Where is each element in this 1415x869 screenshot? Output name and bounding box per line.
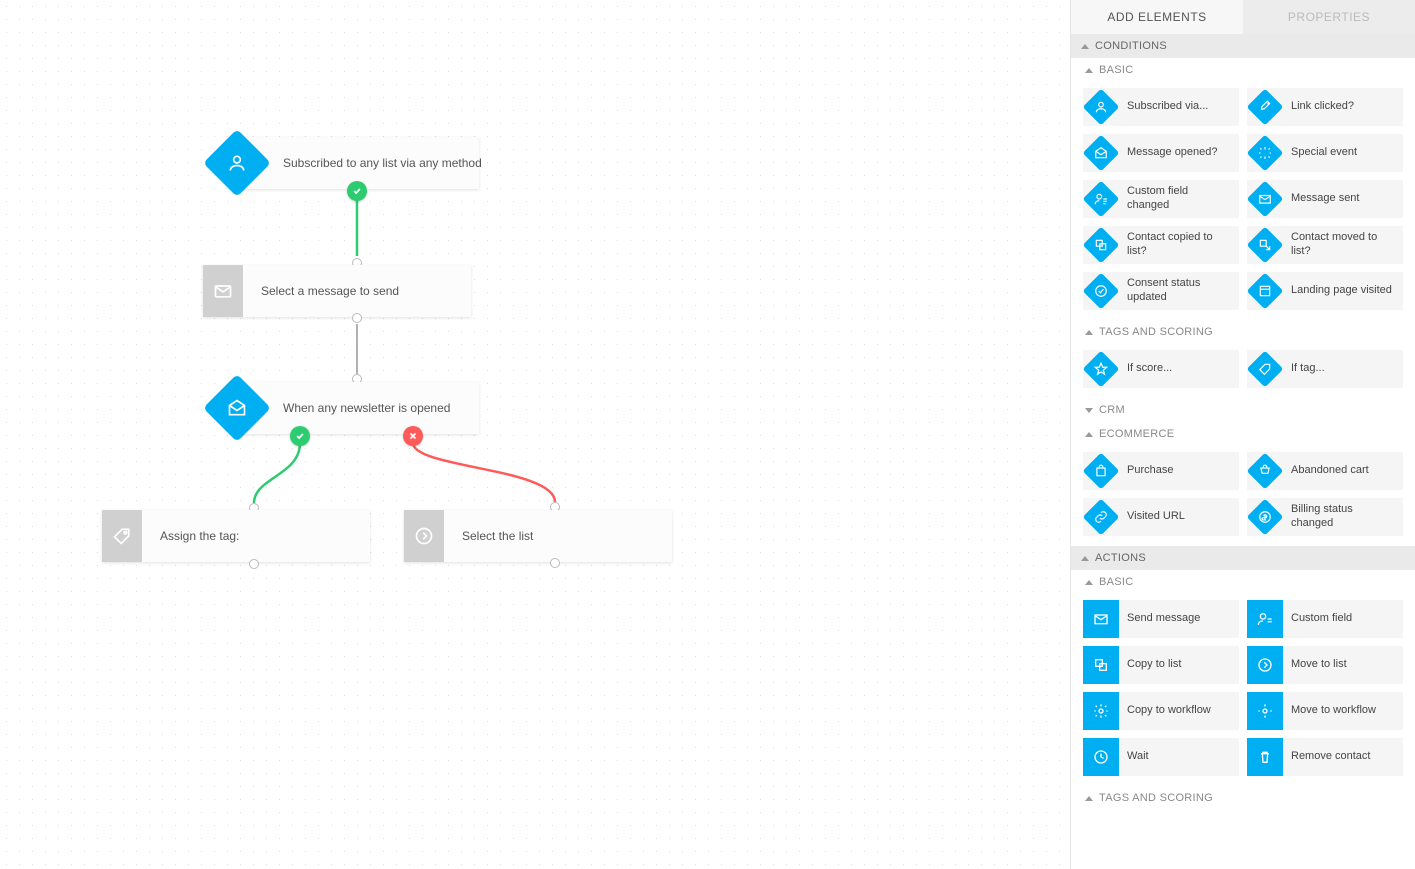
arrow-right-circle-icon	[404, 510, 444, 562]
element-consent-updated[interactable]: Consent status updated	[1083, 272, 1239, 310]
collapse-icon	[1085, 330, 1093, 335]
element-subscribed-via[interactable]: Subscribed via...	[1083, 88, 1239, 126]
element-if-tag[interactable]: If tag...	[1247, 350, 1403, 388]
element-billing-status[interactable]: Billing status changed	[1247, 498, 1403, 536]
check-icon	[347, 181, 367, 201]
collapse-icon	[1085, 796, 1093, 801]
workflow-canvas[interactable]: Subscribed to any list via any method Se…	[0, 0, 1070, 869]
element-copy-to-workflow[interactable]: Copy to workflow	[1083, 692, 1239, 730]
element-remove-contact[interactable]: Remove contact	[1247, 738, 1403, 776]
sub-ecommerce[interactable]: ECOMMERCE	[1071, 422, 1415, 446]
element-purchase[interactable]: Purchase	[1083, 452, 1239, 490]
sub-basic[interactable]: BASIC	[1071, 58, 1415, 82]
element-move-to-list[interactable]: Move to list	[1247, 646, 1403, 684]
element-abandoned-cart[interactable]: Abandoned cart	[1247, 452, 1403, 490]
expand-icon	[1085, 408, 1093, 413]
check-icon	[290, 426, 310, 446]
node-label: Select a message to send	[243, 284, 417, 298]
node-label: Assign the tag:	[142, 529, 257, 543]
element-send-message[interactable]: Send message	[1083, 600, 1239, 638]
node-label: Subscribed to any list via any method	[265, 156, 500, 170]
element-landing-page[interactable]: Landing page visited	[1247, 272, 1403, 310]
section-conditions[interactable]: CONDITIONS	[1071, 34, 1415, 58]
port[interactable]	[249, 559, 259, 569]
sub-basic-actions[interactable]: BASIC	[1071, 570, 1415, 594]
element-if-score[interactable]: If score...	[1083, 350, 1239, 388]
element-visited-url[interactable]: Visited URL	[1083, 498, 1239, 536]
element-message-opened[interactable]: Message opened?	[1083, 134, 1239, 172]
collapse-icon	[1085, 432, 1093, 437]
element-move-to-workflow[interactable]: Move to workflow	[1247, 692, 1403, 730]
collapse-icon	[1081, 556, 1089, 561]
element-special-event[interactable]: Special event	[1247, 134, 1403, 172]
collapse-icon	[1085, 580, 1093, 585]
mail-open-icon	[209, 382, 265, 434]
sub-tags-scoring[interactable]: TAGS AND SCORING	[1071, 320, 1415, 344]
tab-add-elements[interactable]: ADD ELEMENTS	[1071, 0, 1243, 34]
person-icon	[209, 137, 265, 189]
node-newsletter-opened[interactable]: When any newsletter is opened	[227, 382, 479, 434]
mail-icon	[203, 265, 243, 317]
sub-crm[interactable]: CRM	[1071, 398, 1415, 422]
element-copied-to-list[interactable]: Contact copied to list?	[1083, 226, 1239, 264]
collapse-icon	[1085, 68, 1093, 73]
node-label: Select the list	[444, 529, 551, 543]
element-moved-to-list[interactable]: Contact moved to list?	[1247, 226, 1403, 264]
collapse-icon	[1081, 44, 1089, 49]
tag-icon	[102, 510, 142, 562]
section-actions[interactable]: ACTIONS	[1071, 546, 1415, 570]
element-wait[interactable]: Wait	[1083, 738, 1239, 776]
element-custom-field[interactable]: Custom field	[1247, 600, 1403, 638]
tab-properties[interactable]: PROPERTIES	[1243, 0, 1415, 34]
node-select-list[interactable]: Select the list	[404, 510, 672, 562]
x-icon	[403, 426, 423, 446]
element-message-sent[interactable]: Message sent	[1247, 180, 1403, 218]
node-label: When any newsletter is opened	[265, 401, 468, 415]
node-assign-tag[interactable]: Assign the tag:	[102, 510, 370, 562]
node-select-message[interactable]: Select a message to send	[203, 265, 471, 317]
sidebar: ADD ELEMENTS PROPERTIES CONDITIONS BASIC…	[1070, 0, 1415, 869]
port[interactable]	[352, 313, 362, 323]
element-link-clicked[interactable]: Link clicked?	[1247, 88, 1403, 126]
element-custom-field-changed[interactable]: Custom field changed	[1083, 180, 1239, 218]
port[interactable]	[550, 558, 560, 568]
element-copy-to-list[interactable]: Copy to list	[1083, 646, 1239, 684]
sub-tags-scoring-actions[interactable]: TAGS AND SCORING	[1071, 786, 1415, 810]
